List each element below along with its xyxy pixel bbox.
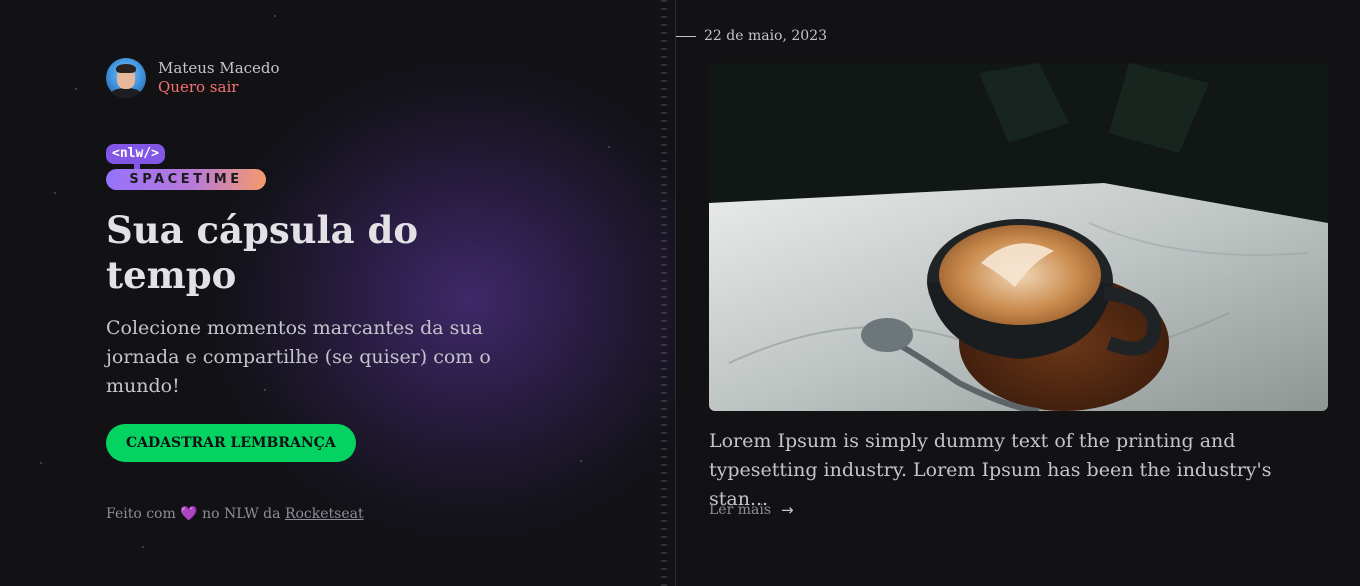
memories-feed: 22 de maio, 2023 Lorem Ipsum is simply d… [676,0,1360,586]
memory-image [709,63,1328,411]
page-subtitle: Colecione momentos marcantes da sua jorn… [106,317,491,397]
user-info: Mateus Macedo Quero sair [158,59,280,97]
footer-prefix: Feito com [106,506,176,522]
create-memory-button[interactable]: CADASTRAR LEMBRANÇA [106,424,356,462]
divider-stripes [661,0,667,586]
coffee-cup-illustration [709,63,1328,411]
background-glow [210,60,675,540]
read-more-link[interactable]: Ler mais → [709,501,794,519]
logo-word: SPACETIME [106,169,266,190]
user-name: Mateus Macedo [158,59,280,77]
nlw-spacetime-logo: <nlw/> SPACETIME [106,142,266,190]
left-panel: Mateus Macedo Quero sair <nlw/> SPACETIM… [0,0,676,586]
heart-icon: 💜 [180,506,198,522]
app-root: Mateus Macedo Quero sair <nlw/> SPACETIM… [0,0,1360,586]
rocketseat-link[interactable]: Rocketseat [285,506,364,522]
footer: Feito com 💜 no NLW da Rocketseat [106,506,364,522]
avatar[interactable] [106,58,146,98]
read-more-label: Ler mais [709,502,772,518]
memory-date: 22 de maio, 2023 [676,28,827,44]
page-title: Sua cápsula do tempo [106,208,419,297]
date-line [676,35,696,37]
memory-date-text: 22 de maio, 2023 [704,28,828,44]
logout-link[interactable]: Quero sair [158,78,280,97]
memory-excerpt: Lorem Ipsum is simply dummy text of the … [709,430,1272,510]
user-profile[interactable]: Mateus Macedo Quero sair [106,58,280,98]
footer-middle: no NLW da [202,506,281,522]
arrow-right-icon: → [781,501,794,519]
